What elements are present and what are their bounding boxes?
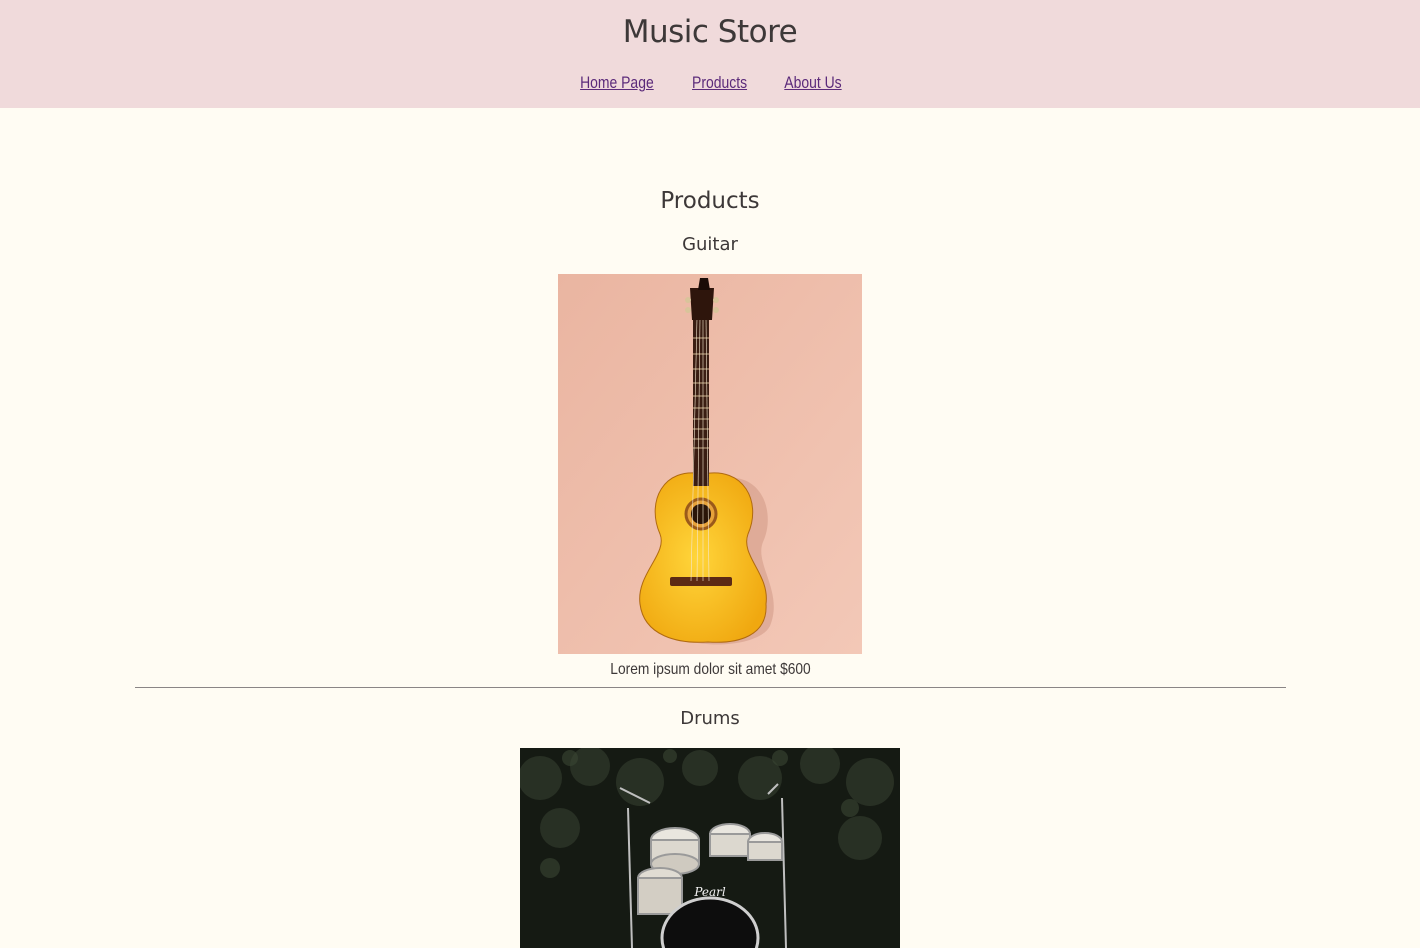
product-name: Guitar [682, 234, 738, 255]
main-content: Products Guitar Lorem ipsum dolor sit am… [0, 108, 1420, 948]
product-name: Drums [680, 708, 740, 729]
nav-link-products[interactable]: Products [692, 73, 747, 93]
site-header: Music Store Home Page Products About Us [0, 0, 1420, 108]
nav-link-home[interactable]: Home Page [580, 73, 654, 93]
guitar-photo [558, 274, 862, 654]
main-nav: Home Page Products About Us [0, 73, 1420, 93]
svg-text:Pearl: Pearl [693, 885, 726, 899]
product-divider [134, 687, 1286, 688]
nav-link-about[interactable]: About Us [784, 73, 841, 93]
drum-kit-photo: Pearl [520, 748, 900, 948]
product-caption: Lorem ipsum dolor sit amet $600 [609, 661, 811, 678]
site-title: Music Store [622, 14, 798, 50]
product-drums: Drums Pearl [0, 708, 1420, 948]
product-guitar: Guitar Lorem ipsum dolor sit amet $600 [0, 234, 1420, 679]
page-heading: Products [660, 188, 760, 214]
